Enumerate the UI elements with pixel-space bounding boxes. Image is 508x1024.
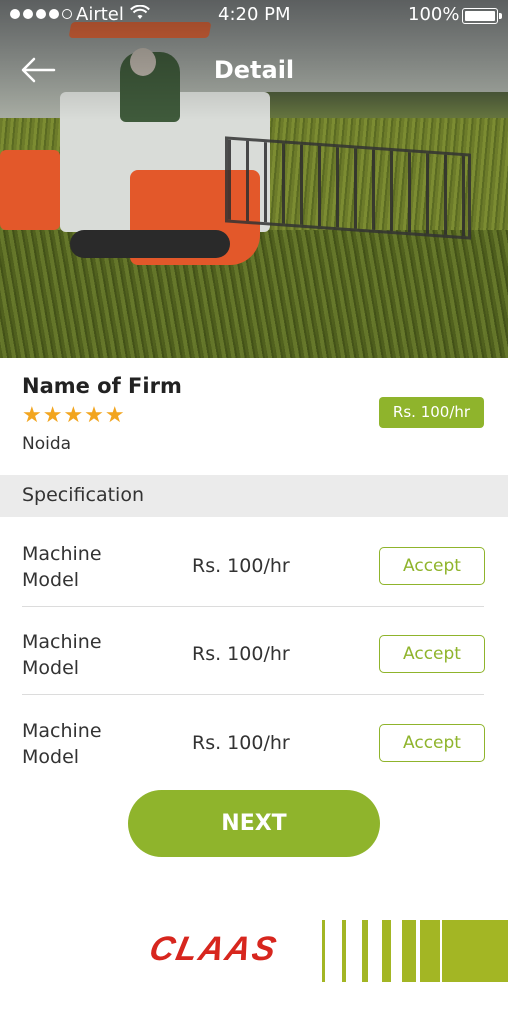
row-divider	[22, 694, 484, 695]
accept-button[interactable]: Accept	[379, 724, 485, 762]
battery-percentage: 100%	[408, 4, 460, 25]
signal-strength-icon	[10, 9, 72, 19]
page-title: Detail	[213, 56, 295, 84]
spec-row: Machine Model Rs. 100/hr Accept	[0, 696, 508, 784]
battery-icon	[462, 8, 502, 24]
machine-model: Machine Model	[22, 543, 102, 591]
accept-button[interactable]: Accept	[379, 547, 485, 585]
accept-button[interactable]: Accept	[379, 635, 485, 673]
wifi-icon	[130, 5, 150, 19]
harvester-track	[70, 230, 230, 258]
machine-model: Machine Model	[22, 720, 102, 768]
harvester-cutter	[225, 136, 471, 240]
spec-row: Machine Model Rs. 100/hr Accept	[0, 607, 508, 695]
machine-rate: Rs. 100/hr	[192, 732, 290, 754]
specification-header: Specification	[0, 475, 508, 517]
machine-model: Machine Model	[22, 631, 102, 679]
firm-name: Name of Firm	[22, 374, 182, 398]
claas-logo-stripes-icon	[322, 920, 508, 982]
harvester-side-panel	[0, 150, 60, 230]
firm-location: Noida	[22, 434, 72, 454]
specification-title: Specification	[22, 484, 144, 506]
next-button[interactable]: NEXT	[128, 790, 380, 857]
carrier-name: Airtel	[76, 4, 124, 25]
navigation-bar: Detail	[0, 48, 508, 92]
status-bar: Airtel 4:20 PM 100%	[0, 0, 508, 30]
spec-row: Machine Model Rs. 100/hr Accept	[0, 519, 508, 607]
clock: 4:20 PM	[218, 4, 291, 25]
machine-rate: Rs. 100/hr	[192, 643, 290, 665]
claas-logo: CLAAS	[146, 930, 282, 968]
price-badge: Rs. 100/hr	[379, 397, 484, 428]
machine-rate: Rs. 100/hr	[192, 555, 290, 577]
star-rating-icon: ★★★★★	[22, 403, 126, 428]
firm-info: Name of Firm ★★★★★ Noida Rs. 100/hr	[0, 358, 508, 474]
